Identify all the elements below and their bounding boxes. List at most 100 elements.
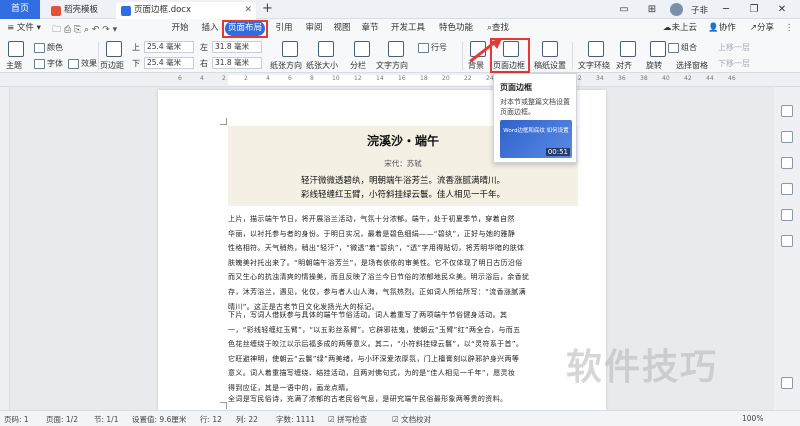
menu-item-developer[interactable]: 开发工具: [388, 21, 428, 36]
spell-check-button[interactable]: ☑ 拼写检查: [328, 414, 367, 425]
file-menu[interactable]: ≡ 文件 ▾: [4, 21, 44, 36]
status-section[interactable]: 节: 1/1: [94, 414, 118, 425]
menu-item-insert[interactable]: 插入: [198, 21, 222, 36]
select-pane-button[interactable]: 选择窗格: [676, 60, 708, 71]
tutorial-video-thumbnail[interactable]: Word边框和底纹 如何设置 00:51: [500, 120, 572, 158]
text-line: 存，沐芳浴兰，遇见，化仅，参与者人山人海，气氛热烈。正如词人所绘所写：“流香涨腻…: [228, 287, 526, 296]
left-margin-field[interactable]: 31.8 毫米: [212, 41, 262, 53]
proofread-button[interactable]: ☑ 文档校对: [392, 414, 431, 425]
text-line: 下片，写词人借妖参与具体的端午节俗活动。词人着重写了两项端午节俗健身活动。其: [228, 311, 508, 319]
orientation-icon[interactable]: [282, 41, 298, 57]
check-icon: ☑: [328, 415, 335, 424]
share-button[interactable]: ↗分享: [744, 21, 780, 36]
line-numbers-button[interactable]: 行号: [418, 42, 447, 53]
group-button[interactable]: 组合: [668, 42, 697, 53]
bottom-margin-field[interactable]: 25.4 毫米: [144, 57, 194, 69]
tool-icon[interactable]: [781, 183, 793, 195]
draft-paper-icon[interactable]: [542, 41, 558, 57]
align-button[interactable]: 对齐: [616, 60, 632, 71]
share-icon: ↗: [749, 23, 758, 33]
text-line: 而又生心的抗浊清爽的情操美，而且反映了浴兰今日节俗的浓郁地民众美。明示浴后，余香…: [228, 273, 530, 282]
ruler-number: 18: [420, 75, 428, 82]
text-direction-button[interactable]: 文字方向: [376, 60, 408, 71]
scroll-down-icon[interactable]: [781, 377, 793, 389]
horizontal-ruler[interactable]: 6422468101214161820222426283032343638404…: [0, 73, 800, 87]
layout-icon[interactable]: ▭: [614, 4, 634, 15]
menu-item-features[interactable]: 特色功能: [436, 21, 476, 36]
tool-icon[interactable]: [781, 235, 793, 247]
ruler-number: 6: [288, 75, 292, 82]
columns-icon[interactable]: [354, 41, 370, 57]
text-wrap-icon[interactable]: [588, 41, 604, 57]
ruler-number: 20: [442, 75, 450, 82]
status-setting[interactable]: 设置值: 9.6厘米: [132, 414, 186, 425]
status-word-count[interactable]: 字数: 1111: [276, 414, 315, 425]
zoom-level[interactable]: 100%: [742, 414, 763, 423]
status-pages[interactable]: 页面: 1/2: [46, 414, 78, 425]
watermark: 软件技巧: [566, 347, 719, 388]
send-backward-button[interactable]: 下移一层: [718, 58, 750, 69]
paper-size-button[interactable]: 纸张大小: [306, 60, 338, 71]
tab-docer-templates[interactable]: 稻壳模板: [46, 2, 116, 19]
tool-icon[interactable]: [781, 209, 793, 221]
grid-icon[interactable]: ⊞: [642, 4, 662, 15]
theme-button[interactable]: 主题: [6, 60, 22, 71]
text-wrap-button[interactable]: 文字环绕: [578, 60, 610, 71]
text-direction-icon[interactable]: [388, 41, 404, 57]
divider: [98, 42, 99, 70]
vertical-ruler[interactable]: [0, 87, 10, 410]
new-tab-button[interactable]: +: [262, 0, 273, 18]
text-line: 它旺避神明，使朝云“云鬟”绿”两美绪，与小环深爱浓厚氛，门上檀膏刻以辟邪护身兴两…: [228, 354, 520, 363]
menu-item-review[interactable]: 审阅: [302, 21, 326, 36]
tooltip-title: 页面边框: [500, 83, 532, 92]
draft-paper-button[interactable]: 稿纸设置: [534, 60, 566, 71]
effects-button[interactable]: 效果: [68, 58, 97, 69]
text-line: 华丽，以衬托参与者的身份。于明日实况，最着是碧色细绢——“碧纨”，正好与她的雅静: [228, 229, 516, 238]
status-row[interactable]: 行: 12: [200, 414, 222, 425]
ruler-number: 36: [618, 75, 626, 82]
status-col[interactable]: 列: 22: [236, 414, 258, 425]
user-name[interactable]: 子非: [691, 4, 708, 16]
fonts-button[interactable]: 字体: [34, 58, 63, 69]
cloud-status[interactable]: ☁未上云: [660, 21, 700, 36]
ruler-number: 42: [684, 75, 692, 82]
margins-button[interactable]: 页边距: [100, 60, 124, 71]
close-icon[interactable]: ✕: [772, 4, 792, 15]
menu-item-start[interactable]: 开始: [168, 21, 192, 36]
ruler-number: 4: [200, 75, 204, 82]
rotate-icon[interactable]: [650, 41, 666, 57]
ruler-number: 12: [354, 75, 362, 82]
menu-bar: ≡ 文件 ▾ 🗀 ⎙ ⎘ ⌕ ↶ ↷ ▾ 开始 插入 页面布局 引用 审阅 视图…: [0, 19, 800, 38]
menu-item-references[interactable]: 引用: [272, 21, 296, 36]
ruler-number: 4: [266, 75, 270, 82]
maximize-icon[interactable]: ❐: [744, 4, 764, 15]
columns-button[interactable]: 分栏: [350, 60, 366, 71]
collab-button[interactable]: 👤协作: [704, 21, 740, 36]
right-margin-field[interactable]: 31.8 毫米: [212, 57, 262, 69]
colors-button[interactable]: 颜色: [34, 42, 63, 53]
menu-item-view[interactable]: 视图: [330, 21, 354, 36]
tool-icon[interactable]: [781, 157, 793, 169]
paper-size-icon[interactable]: [318, 41, 334, 57]
tool-icon[interactable]: [781, 131, 793, 143]
top-margin-field[interactable]: 25.4 毫米: [144, 41, 194, 53]
menu-item-chapter[interactable]: 章节: [358, 21, 382, 36]
more-icon[interactable]: ⋮: [782, 21, 796, 36]
ruler-number: 6: [178, 75, 182, 82]
close-tab-icon[interactable]: ✕: [244, 2, 252, 19]
margins-icon[interactable]: [106, 41, 122, 57]
minimize-icon[interactable]: ─: [716, 4, 736, 15]
search-button[interactable]: ⌕查找: [482, 21, 514, 36]
orientation-button[interactable]: 纸张方向: [270, 60, 302, 71]
home-tab[interactable]: 首页: [0, 0, 40, 19]
rotate-button[interactable]: 旋转: [646, 60, 662, 71]
tab-document[interactable]: 页面边框.docx ✕: [116, 2, 256, 19]
quick-access-icons[interactable]: 🗀 ⎙ ⎘ ⌕ ↶ ↷ ▾: [52, 22, 117, 38]
tool-icon[interactable]: [781, 105, 793, 117]
bring-forward-button[interactable]: 上移一层: [718, 42, 750, 53]
avatar[interactable]: [669, 3, 683, 16]
status-page-number[interactable]: 页码: 1: [4, 414, 29, 425]
tab-label: 页面边框.docx: [134, 5, 192, 15]
theme-icon[interactable]: [8, 41, 24, 57]
align-icon[interactable]: [620, 41, 636, 57]
